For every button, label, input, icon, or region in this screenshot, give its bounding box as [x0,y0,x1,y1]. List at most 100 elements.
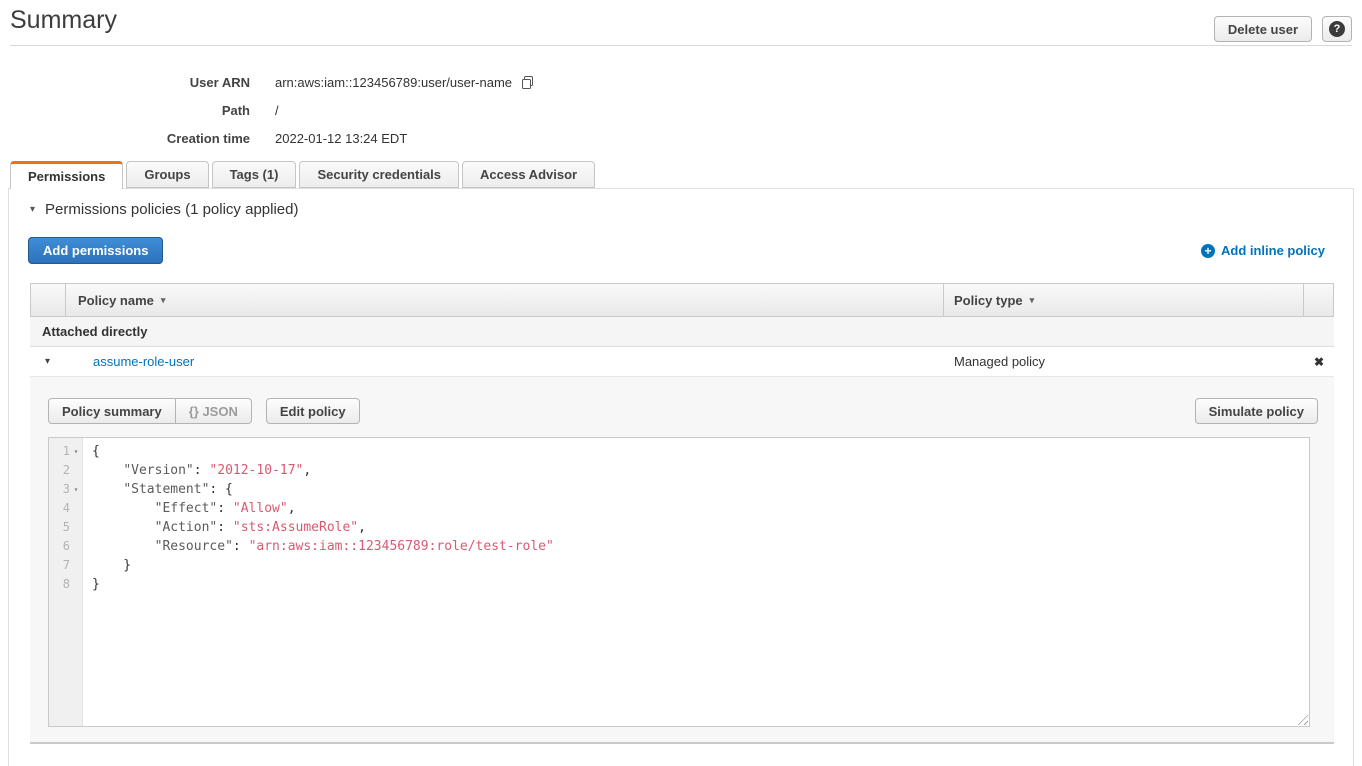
code-token: "Resource" [155,539,233,554]
policy-name-column-header[interactable]: Policy name ▾ [65,284,943,316]
gutter-line: 4 [49,499,82,518]
code-token: "Version" [123,463,193,478]
gutter-line: 2 [49,461,82,480]
fold-caret-slot [70,518,82,537]
code-token [92,463,123,478]
remove-policy-icon[interactable]: ✖ [1304,355,1334,369]
help-button[interactable]: ? [1322,16,1352,42]
policy-type-column-header[interactable]: Policy type ▾ [943,284,1303,316]
tab-groups[interactable]: Groups [126,161,208,188]
user-arn-label: User ARN [0,75,250,90]
line-number: 3 [49,480,70,499]
permissions-policies-section-toggle[interactable]: ▾ Permissions policies (1 policy applied… [30,201,298,218]
creation-time-value: 2022-01-12 13:24 EDT [275,131,407,146]
tab-bar: Permissions Groups Tags (1) Security cre… [10,161,598,188]
edit-policy-button[interactable]: Edit policy [266,398,360,424]
creation-time-row: Creation time 2022-01-12 13:24 EDT [0,124,535,152]
code-token: "Statement" [123,482,209,497]
code-token [92,539,155,554]
simulate-policy-button[interactable]: Simulate policy [1195,398,1318,424]
code-token [92,501,155,516]
code-line: "Version": "2012-10-17", [92,461,1309,480]
policy-type-cell: Managed policy [944,354,1304,369]
code-token: } [92,577,100,592]
attached-directly-group-row: Attached directly [30,317,1334,347]
delete-user-button[interactable]: Delete user [1214,16,1312,42]
code-token: : [217,501,233,516]
user-arn-text: arn:aws:iam::123456789:user/user-name [275,75,512,90]
iam-user-summary-page: Summary Delete user ? User ARN arn:aws:i… [0,0,1362,766]
help-icon: ? [1329,21,1345,37]
tab-access-advisor[interactable]: Access Advisor [462,161,595,188]
tab-permissions[interactable]: Permissions [10,161,123,189]
code-token: } [92,558,131,573]
fold-caret-slot [70,575,82,594]
line-number: 5 [49,518,70,537]
gutter-line: 1▾ [49,442,82,461]
code-token: : [194,463,210,478]
code-line: "Effect": "Allow", [92,499,1309,518]
line-number: 2 [49,461,70,480]
permissions-tab-panel: ▾ Permissions policies (1 policy applied… [8,188,1354,766]
line-number: 6 [49,537,70,556]
code-line: "Statement": { [92,480,1309,499]
code-line: } [92,556,1309,575]
line-number: 7 [49,556,70,575]
code-token [92,520,155,535]
actions-column-header [1303,284,1333,316]
code-token: , [288,501,296,516]
policy-view-buttons: Policy summary {} JSON Edit policy [48,398,360,424]
json-policy-editor[interactable]: 1▾23▾45678 { "Version": "2012-10-17", "S… [48,437,1310,727]
code-token: { [92,444,100,459]
row-expand-caret-icon[interactable]: ▾ [30,356,65,367]
sort-caret-icon: ▾ [161,295,166,306]
code-token: "2012-10-17" [209,463,303,478]
gutter-line: 5 [49,518,82,537]
code-line: "Action": "sts:AssumeRole", [92,518,1309,537]
path-row: Path / [0,96,535,124]
policy-summary-button[interactable]: Policy summary [48,398,176,424]
path-value: / [275,103,279,118]
add-inline-policy-link[interactable]: + Add inline policy [1201,243,1325,258]
header-actions: Delete user ? [1214,16,1352,42]
editor-code-area: { "Version": "2012-10-17", "Statement": … [83,438,1309,726]
code-token: "Action" [155,520,218,535]
policy-name-cell: assume-role-user [65,354,944,369]
policy-name-link[interactable]: assume-role-user [93,354,194,369]
copy-icon[interactable] [520,75,535,90]
policy-table: Policy name ▾ Policy type ▾ Attached dir… [30,283,1334,744]
user-details: User ARN arn:aws:iam::123456789:user/use… [0,68,535,152]
code-token: "arn:aws:iam::123456789:role/test-role" [249,539,554,554]
tab-tags[interactable]: Tags (1) [212,161,297,188]
code-token: : { [209,482,232,497]
gutter-line: 8 [49,575,82,594]
code-line: "Resource": "arn:aws:iam::123456789:role… [92,537,1309,556]
json-view-button[interactable]: {} JSON [175,398,252,424]
fold-caret-slot [70,499,82,518]
add-permissions-button[interactable]: Add permissions [28,237,163,264]
code-token: "Allow" [233,501,288,516]
user-arn-row: User ARN arn:aws:iam::123456789:user/use… [0,68,535,96]
line-number: 1 [49,442,70,461]
code-line: { [92,442,1309,461]
fold-caret-icon[interactable]: ▾ [70,480,82,499]
path-label: Path [0,103,250,118]
gutter-line: 3▾ [49,480,82,499]
line-number: 4 [49,499,70,518]
tab-security-credentials[interactable]: Security credentials [299,161,459,188]
policy-detail-expanded-row: Policy summary {} JSON Edit policy Simul… [30,377,1334,744]
policy-table-header: Policy name ▾ Policy type ▾ [30,283,1334,317]
code-token: "sts:AssumeRole" [233,520,358,535]
code-token: , [358,520,366,535]
code-token [92,482,123,497]
editor-gutter: 1▾23▾45678 [49,438,83,726]
code-token: : [233,539,249,554]
expand-column-header [31,284,65,316]
code-line: } [92,575,1309,594]
section-heading-text: Permissions policies (1 policy applied) [45,201,298,218]
sort-caret-icon: ▾ [1030,295,1035,306]
policy-row: ▾ assume-role-user Managed policy ✖ [30,347,1334,377]
fold-caret-icon[interactable]: ▾ [70,442,82,461]
gutter-line: 6 [49,537,82,556]
code-token: : [217,520,233,535]
